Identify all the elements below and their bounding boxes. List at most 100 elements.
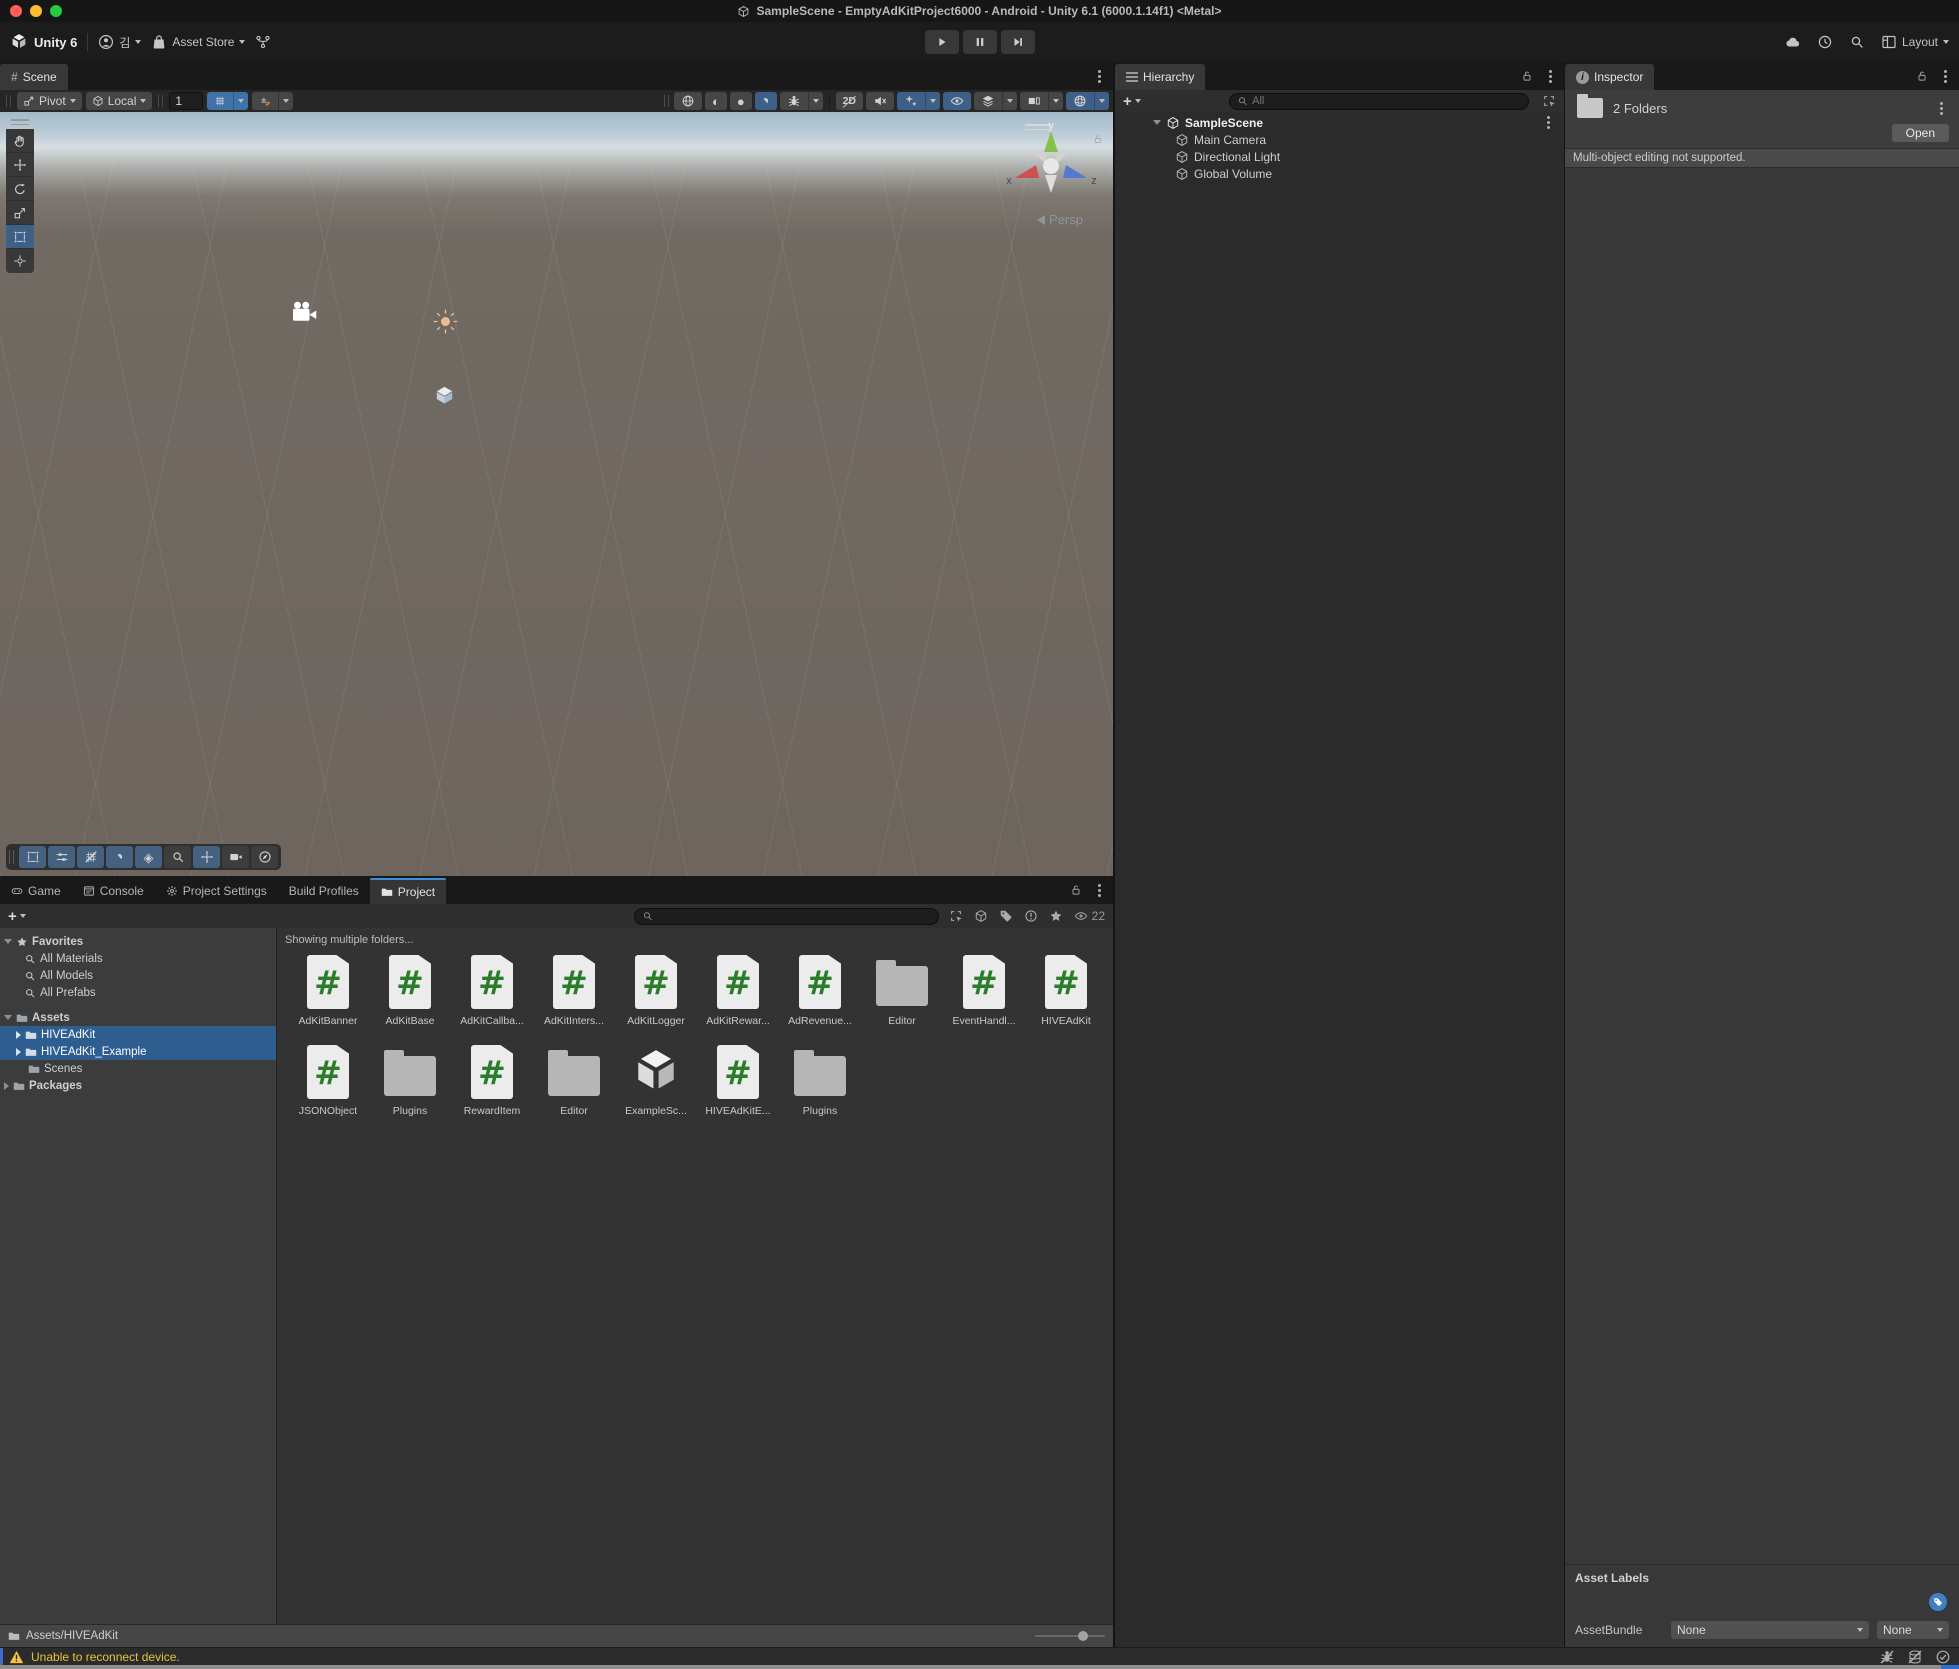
account-menu[interactable]: 김 xyxy=(98,34,141,51)
orientation-dropdown[interactable]: Local xyxy=(86,92,153,110)
caret-right-icon[interactable] xyxy=(16,1048,21,1056)
grid-visibility-toggle[interactable] xyxy=(77,846,104,868)
debug-draw-dropdown[interactable] xyxy=(808,92,823,110)
type-filter-icon[interactable] xyxy=(1024,909,1038,923)
shading-mode-button[interactable] xyxy=(674,92,702,110)
object-directional-light[interactable]: Directional Light xyxy=(1115,148,1564,165)
effects-toggle[interactable] xyxy=(897,92,925,110)
asset-item[interactable]: HIVEAdKit xyxy=(1025,952,1107,1027)
package-visibility-icon[interactable] xyxy=(974,909,988,923)
snap-increment-toggle[interactable] xyxy=(252,92,278,110)
asset-item[interactable]: Plugins xyxy=(779,1042,861,1117)
maximize-window-button[interactable] xyxy=(50,5,62,17)
caret-right-icon[interactable] xyxy=(4,1082,9,1090)
tab-inspector[interactable]: i Inspector xyxy=(1565,64,1654,90)
toolbar-drag-handle[interactable] xyxy=(664,95,669,107)
asset-item[interactable]: HIVEAdKitE... xyxy=(697,1042,779,1117)
scene-pane-menu-icon[interactable] xyxy=(1098,75,1101,78)
overlay-drag-handle[interactable] xyxy=(9,850,14,864)
move-overlay-toggle[interactable] xyxy=(193,846,220,868)
open-button[interactable]: Open xyxy=(1892,124,1949,142)
tool-settings-toggle[interactable] xyxy=(48,846,75,868)
audio-mute-toggle[interactable] xyxy=(866,92,894,110)
tab-scene[interactable]: Scene xyxy=(0,64,68,90)
code-coverage-status-icon[interactable] xyxy=(1935,1649,1951,1665)
effects-dropdown[interactable] xyxy=(925,92,940,110)
scale-tool[interactable] xyxy=(6,201,34,225)
caret-down-icon[interactable] xyxy=(1153,120,1161,125)
add-label-button[interactable] xyxy=(1929,1593,1947,1611)
global-volume-gizmo-icon[interactable] xyxy=(433,384,456,407)
lock-icon[interactable] xyxy=(1070,884,1082,896)
assetbundle-dropdown[interactable]: None xyxy=(1671,1621,1869,1639)
folder-hiveadkit-example[interactable]: HIVEAdKit_Example xyxy=(0,1043,276,1060)
camera-gizmo-icon[interactable] xyxy=(290,300,317,324)
toolbar-drag-handle[interactable] xyxy=(158,95,163,107)
projection-switch[interactable]: Persp xyxy=(1037,212,1083,227)
packages-root[interactable]: Packages xyxy=(0,1077,276,1094)
favorites-root[interactable]: Favorites xyxy=(0,933,276,950)
hierarchy-search-input[interactable] xyxy=(1252,95,1521,107)
caret-down-icon[interactable] xyxy=(4,939,12,944)
asset-item[interactable]: JSONObject xyxy=(287,1042,369,1117)
asset-item[interactable]: EventHandl... xyxy=(943,952,1025,1027)
asset-store-menu[interactable]: Asset Store xyxy=(151,34,245,50)
cache-server-disabled-icon[interactable] xyxy=(1907,1649,1923,1665)
version-control-icon[interactable] xyxy=(255,34,271,50)
create-asset-button[interactable]: + xyxy=(8,908,26,925)
favorite-all-materials[interactable]: All Materials xyxy=(0,950,276,967)
asset-item[interactable]: ExampleSc... xyxy=(615,1042,697,1117)
gizmos-dropdown[interactable] xyxy=(1094,92,1109,110)
tab-hierarchy[interactable]: Hierarchy xyxy=(1115,64,1205,90)
breadcrumb[interactable]: Assets/HIVEAdKit xyxy=(26,1630,118,1642)
object-main-camera[interactable]: Main Camera xyxy=(1115,131,1564,148)
asset-item[interactable]: AdRevenue... xyxy=(779,952,861,1027)
asset-item[interactable]: RewardItem xyxy=(451,1042,533,1117)
search-icon[interactable] xyxy=(1849,34,1865,50)
grid-snapping-dropdown[interactable] xyxy=(233,92,248,110)
layers-dropdown[interactable] xyxy=(1002,92,1017,110)
rect-transform-tool[interactable] xyxy=(6,225,34,249)
hierarchy-search-field[interactable] xyxy=(1229,93,1529,110)
scene-viewport[interactable]: y x z Persp xyxy=(0,112,1113,876)
close-window-button[interactable] xyxy=(10,5,22,17)
orientation-gizmo[interactable]: y x z xyxy=(1003,120,1099,216)
hidden-count-toggle[interactable]: 22 xyxy=(1074,909,1105,923)
move-tool[interactable] xyxy=(6,153,34,177)
tab-build-profiles[interactable]: Build Profiles xyxy=(278,878,370,904)
asset-item[interactable]: Editor xyxy=(533,1042,615,1117)
project-search-field[interactable] xyxy=(634,908,939,925)
camera-view-button[interactable] xyxy=(1020,92,1048,110)
snap-increment-dropdown[interactable] xyxy=(278,92,293,110)
toolbar-drag-handle[interactable] xyxy=(6,95,11,107)
caret-right-icon[interactable] xyxy=(16,1031,21,1039)
tab-game[interactable]: Game xyxy=(0,878,72,904)
caret-down-icon[interactable] xyxy=(4,1015,12,1020)
step-button[interactable] xyxy=(1001,30,1035,54)
view-hand-tool[interactable] xyxy=(6,129,34,153)
camera-overlay-toggle[interactable] xyxy=(222,846,249,868)
slider-knob[interactable] xyxy=(1078,1631,1088,1641)
layers-button[interactable] xyxy=(974,92,1002,110)
create-object-button[interactable]: + xyxy=(1123,93,1141,110)
pivot-mode-dropdown[interactable]: Pivot xyxy=(17,92,82,110)
grid-size-input[interactable] xyxy=(169,92,203,110)
status-warning[interactable]: Unable to reconnect device. xyxy=(9,1650,180,1664)
picker-icon[interactable] xyxy=(949,909,963,923)
folder-scenes[interactable]: Scenes xyxy=(0,1060,276,1077)
folder-hiveadkit[interactable]: HIVEAdKit xyxy=(0,1026,276,1043)
cloud-services-icon[interactable] xyxy=(1785,34,1801,50)
search-overlay-toggle[interactable] xyxy=(164,846,191,868)
assets-root[interactable]: Assets xyxy=(0,1009,276,1026)
snap-settings-toggle[interactable]: ◈ xyxy=(135,846,162,868)
label-filter-icon[interactable] xyxy=(999,909,1013,923)
directional-light-gizmo-icon[interactable] xyxy=(432,308,459,335)
tools-overlay-handle[interactable] xyxy=(6,118,34,126)
asset-item[interactable]: AdKitLogger xyxy=(615,952,697,1027)
project-pane-menu-icon[interactable] xyxy=(1098,889,1101,892)
asset-item[interactable]: Plugins xyxy=(369,1042,451,1117)
picker-icon[interactable] xyxy=(1542,94,1556,108)
favorite-all-models[interactable]: All Models xyxy=(0,967,276,984)
shaded-wireframe-button[interactable]: ◐ xyxy=(705,92,727,110)
rect-select-toggle[interactable] xyxy=(19,846,46,868)
